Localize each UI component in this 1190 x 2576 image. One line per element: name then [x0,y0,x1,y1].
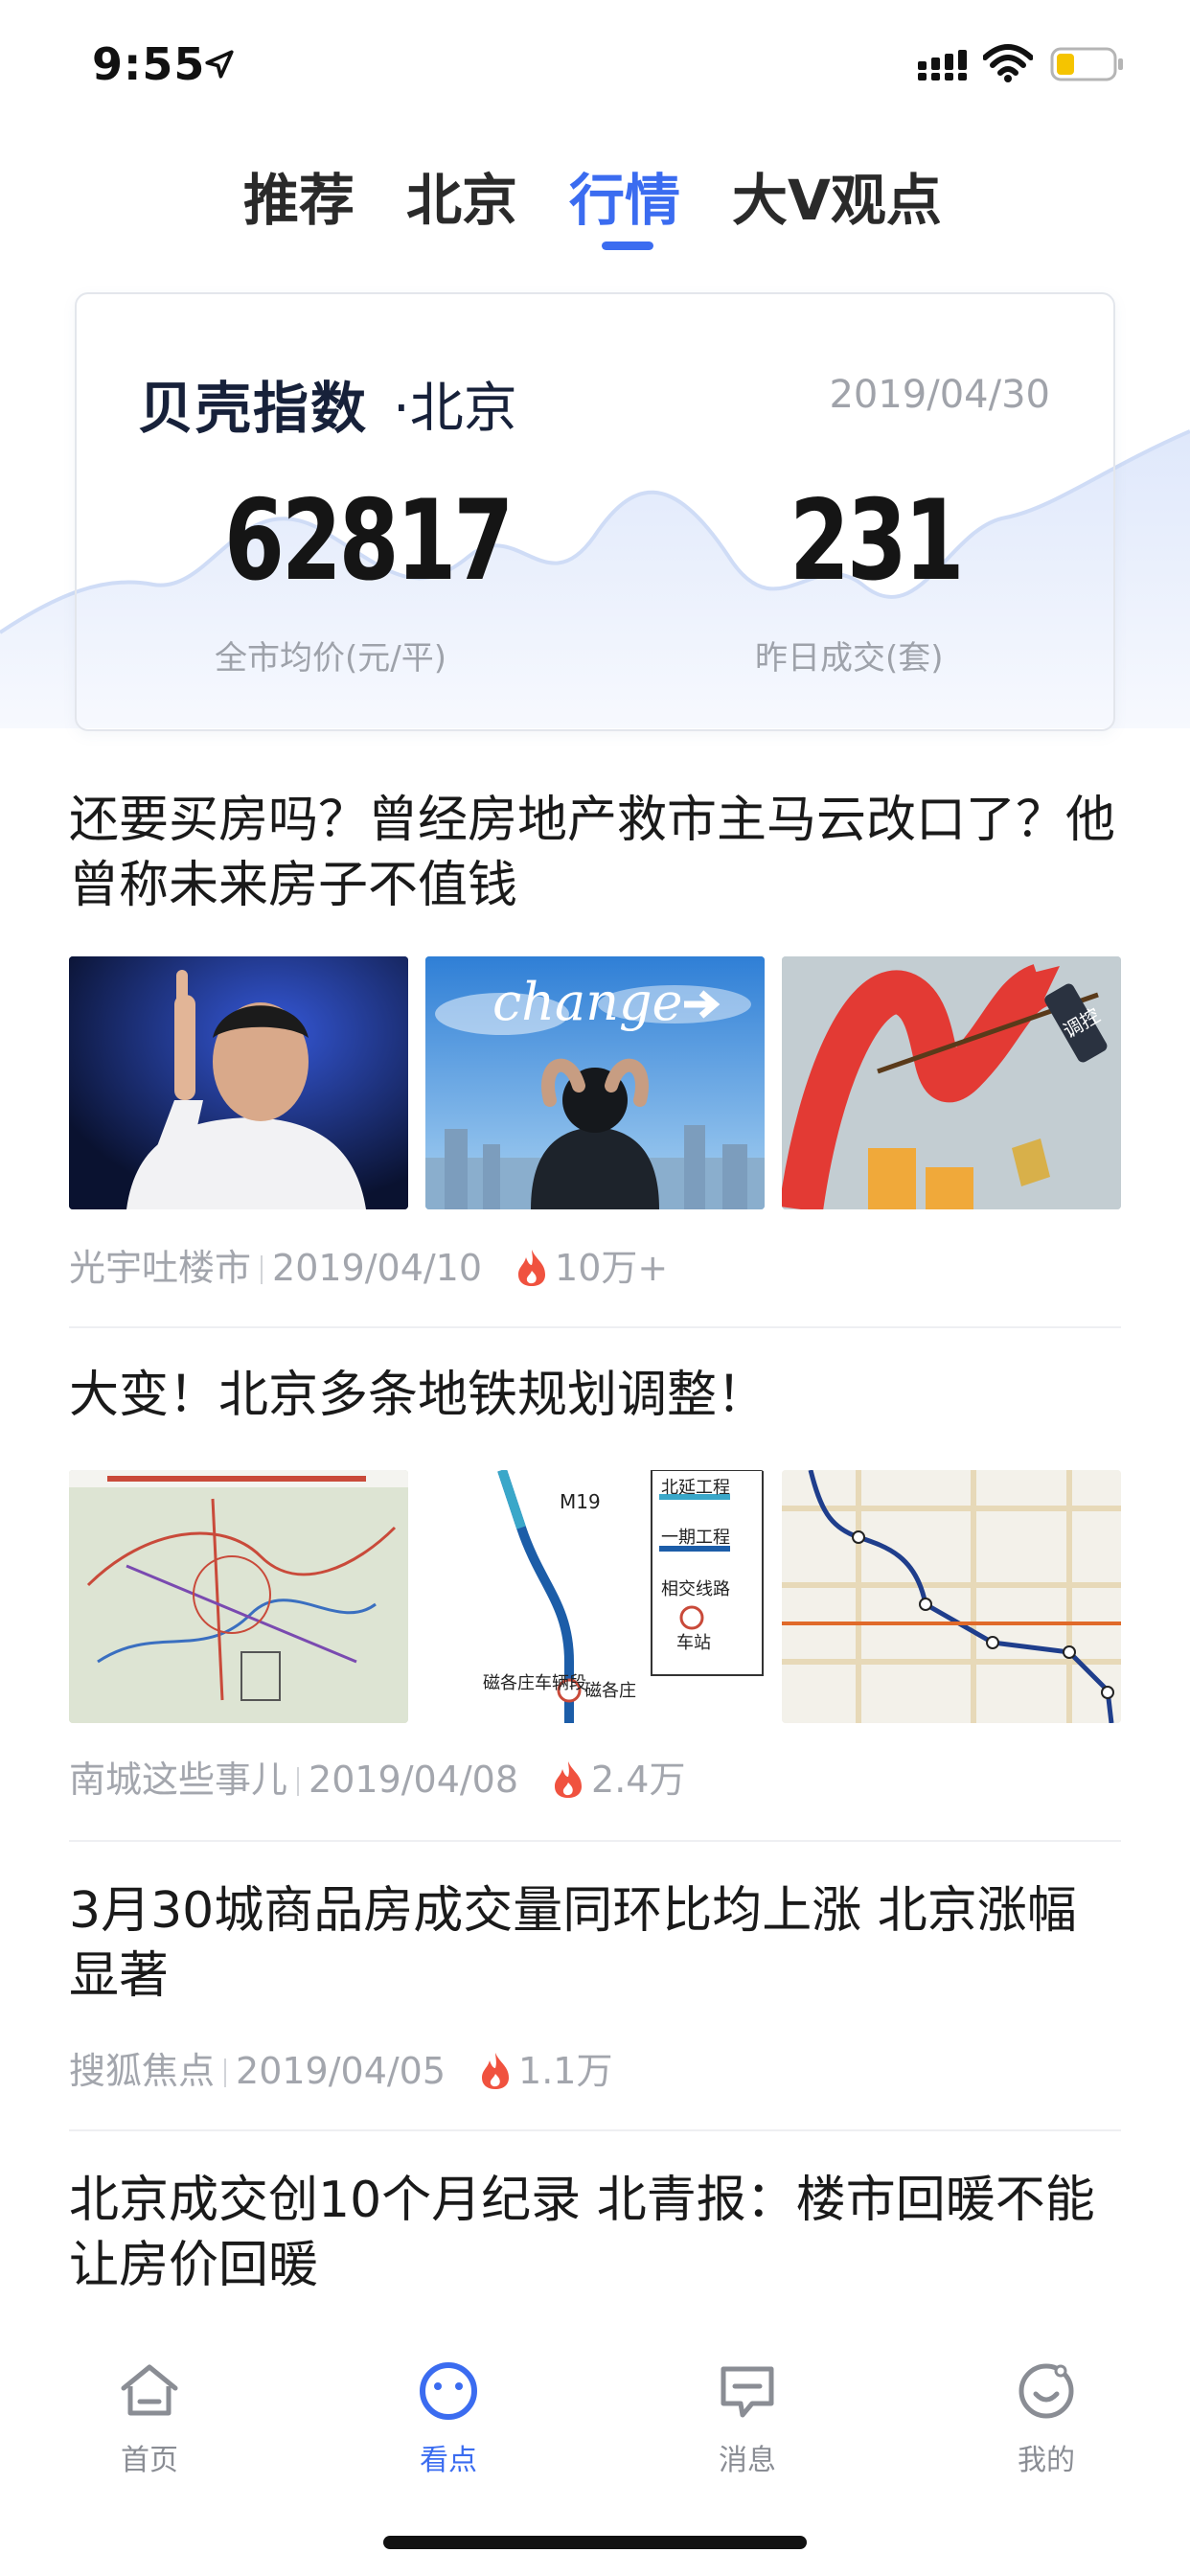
article-title: 3月30城商品房成交量同环比均上涨 北京涨幅显著 [69,1882,1077,2005]
article-title: 还要买房吗？曾经房地产救市主马云改口了？他曾称未来房子不值钱 [69,792,1116,914]
metro-station-map [782,1470,1121,1723]
article-hot-count: 2.4万 [591,1759,686,1801]
legend-cross-line: 相交线路 [661,1579,730,1599]
meta-separator [261,1255,263,1284]
legend-phase-one: 一期工程 [661,1528,730,1548]
active-tab-indicator [602,242,653,250]
avg-price-value: 62817 [224,476,514,606]
metro-line-legend: M19 北延工程 一期工程 相交线路 车站 磁各庄车辆段 磁各庄 [425,1470,765,1723]
article-item[interactable]: 3月30城商品房成交量同环比均上涨 北京涨幅显著 搜狐焦点 2019/04/05 1… [69,1878,1121,2092]
article-item[interactable]: 大变！北京多条地铁规划调整！ M19 北延工程 一期工程 相交线路 车站 磁各庄… [69,1363,1121,1801]
divider [69,1326,1121,1328]
article-thumbnails: change 调控 [69,956,1121,1209]
change-sky-photo: change [425,956,765,1209]
fire-icon [518,1250,546,1286]
divider [69,1840,1121,1842]
article-source[interactable]: 南城这些事儿 [69,1759,287,1801]
index-city: ·北京 [393,378,517,440]
article-thumbnails: M19 北延工程 一期工程 相交线路 车站 磁各庄车辆段 磁各庄 [69,1470,1121,1723]
article-title: 北京成交创10个月纪录 北青报：楼市回暖不能让房价回暖 [69,2172,1095,2294]
legend-station: 车站 [676,1633,711,1653]
legend-extension: 北延工程 [661,1478,730,1498]
beike-index-card[interactable]: 贝壳指数 ·北京 2019/04/30 62817 全市均价(元/平) 231 … [75,292,1115,731]
index-date: 2019/04/30 [829,373,1050,417]
meta-separator [297,1767,300,1796]
tabbar-profile[interactable]: 我的 [970,2358,1123,2478]
station-label: 磁各庄 [584,1681,636,1701]
tabbar-messages[interactable]: 消息 [671,2358,824,2478]
article-meta: 光宇吐楼市 2019/04/10 10万+ [69,1238,668,1291]
cellular-signal-icon [918,50,967,80]
article-source[interactable]: 光宇吐楼市 [69,1247,251,1289]
home-indicator [383,2536,807,2549]
metro-plan-map [69,1470,408,1723]
house-icon [121,2364,178,2416]
tabbar-messages-label: 消息 [719,2444,776,2477]
article-hot-count: 1.1万 [518,2050,613,2092]
rising-arrow-cartoon: 调控 [782,956,1121,1209]
divider [69,2129,1121,2131]
index-brand: 贝壳指数 [138,376,369,441]
article-hot-count: 10万+ [555,1247,669,1289]
m19-label: M19 [560,1490,601,1513]
battery-icon [1050,47,1123,81]
change-text: change [492,972,683,1032]
tab-beijing[interactable]: 北京 [406,155,517,236]
tab-market[interactable]: 行情 [569,155,680,236]
tabbar-highlights[interactable]: 看点 [372,2358,525,2478]
message-icon [721,2366,774,2418]
deals-value: 231 [790,476,965,606]
depot-label: 磁各庄车辆段 [483,1673,586,1693]
tabbar-home-label: 首页 [121,2444,178,2477]
fire-icon [555,1761,583,1798]
wifi-icon [983,44,1033,82]
tab-big-v[interactable]: 大V观点 [732,155,942,236]
article-title: 大变！北京多条地铁规划调整！ [69,1367,767,1424]
smile-circle-icon [420,2362,477,2420]
article-item[interactable]: 北京成交创10个月纪录 北青报：楼市回暖不能让房价回暖 [69,2168,1121,2298]
tabbar-highlights-label: 看点 [420,2444,477,2477]
profile-smile-icon [1018,2363,1074,2419]
article-date: 2019/04/08 [309,1759,519,1801]
bottom-tab-bar: 首页 看点 消息 我的 [0,2329,1190,2576]
article-date: 2019/04/10 [272,1247,483,1289]
fire-icon [482,2053,510,2089]
article-meta: 搜狐焦点 2019/04/05 1.1万 [69,2041,612,2094]
status-time: 9:55 [92,38,206,90]
deals-label: 昨日成交(套) [755,639,944,678]
article-meta: 南城这些事儿 2019/04/08 2.4万 [69,1750,685,1803]
status-bar: 9:55 [0,0,1190,126]
location-arrow-icon [205,50,234,79]
meta-separator [224,2058,227,2087]
tabbar-home[interactable]: 首页 [73,2358,226,2478]
man-pointing-photo [69,956,408,1209]
avg-price-label: 全市均价(元/平) [215,639,446,678]
article-source[interactable]: 搜狐焦点 [69,2050,215,2092]
article-date: 2019/04/05 [236,2050,446,2092]
top-tab-bar: 推荐 北京 行情 大V观点 [0,144,1190,259]
tab-recommend[interactable]: 推荐 [243,155,355,236]
article-item[interactable]: 还要买房吗？曾经房地产救市主马云改口了？他曾称未来房子不值钱 change 调控… [69,788,1121,1289]
tabbar-profile-label: 我的 [1018,2444,1075,2477]
